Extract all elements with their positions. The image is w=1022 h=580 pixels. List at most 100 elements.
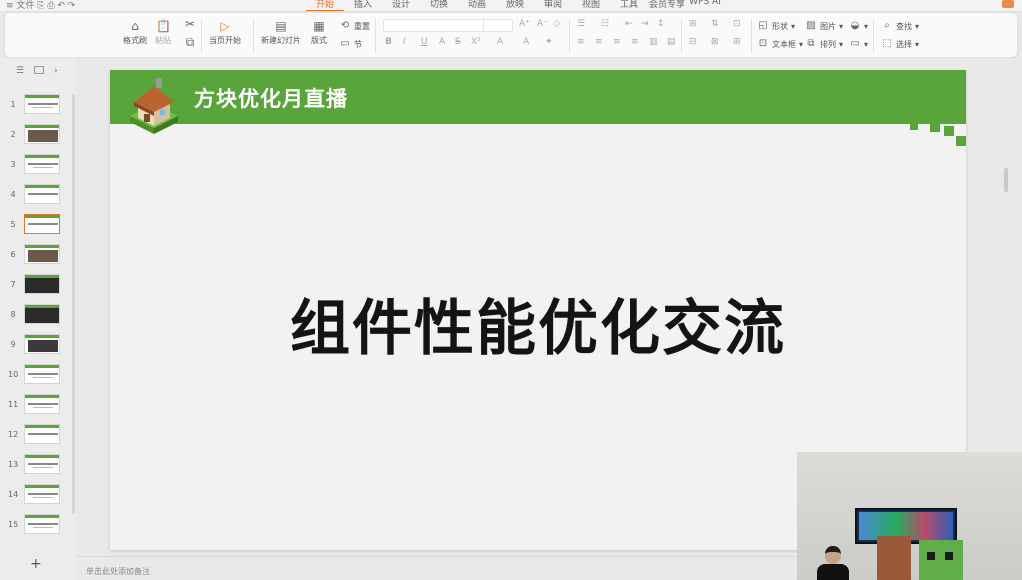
copy-button[interactable]: ⧉ bbox=[183, 35, 197, 51]
slide-main-title[interactable]: 组件性能优化交流 bbox=[110, 280, 966, 367]
slide-thumbnail[interactable]: 9 bbox=[0, 334, 76, 358]
tab-home[interactable]: 开始 bbox=[306, 0, 344, 11]
numbering-icon[interactable]: ☷ bbox=[601, 19, 609, 29]
tab-tools[interactable]: 工具 bbox=[610, 0, 648, 11]
layout-button[interactable]: ▦ 版式 bbox=[311, 19, 327, 46]
slide-thumbnail[interactable]: 14 bbox=[0, 484, 76, 508]
new-slide-button[interactable]: ▤ 新建幻灯片 bbox=[261, 19, 301, 46]
highlight-button[interactable]: A bbox=[523, 37, 529, 47]
tab-view[interactable]: 视图 bbox=[572, 0, 610, 11]
paste-button[interactable]: 📋 粘贴 bbox=[155, 19, 171, 46]
divider bbox=[873, 19, 874, 53]
underline-button[interactable]: U bbox=[421, 37, 428, 47]
notes-input[interactable]: 单击此处添加备注 bbox=[86, 566, 150, 577]
section-button[interactable]: ▭ 节 bbox=[339, 38, 362, 50]
slide-thumbnail[interactable]: 11 bbox=[0, 394, 76, 418]
select-button[interactable]: ⬚ 选择 ▾ bbox=[881, 38, 919, 50]
image-button[interactable]: ▨ 图片 ▾ bbox=[805, 20, 843, 32]
font-color-button[interactable]: A bbox=[497, 37, 503, 47]
align-text-icon[interactable]: ⊡ bbox=[733, 19, 741, 29]
text-direction-icon[interactable]: ⇅ bbox=[711, 19, 719, 29]
format-painter-button[interactable]: ⌂ 格式刷 bbox=[123, 19, 147, 46]
reset-icon: ⟲ bbox=[340, 20, 350, 31]
thumbnail-view-icon[interactable] bbox=[34, 66, 45, 74]
find-button[interactable]: ⌕ 查找 ▾ bbox=[881, 20, 919, 32]
fill-icon: ◒ bbox=[850, 20, 860, 31]
creeper-toy bbox=[919, 540, 963, 580]
select-label: 选择 bbox=[896, 39, 912, 49]
window-control-icon[interactable] bbox=[1002, 0, 1014, 8]
slide-thumbnail[interactable]: 4 bbox=[0, 184, 76, 208]
justify-icon[interactable]: ≡ bbox=[631, 37, 639, 47]
slide-thumbnail[interactable]: 8 bbox=[0, 304, 76, 328]
slide-thumbnail[interactable]: 2 bbox=[0, 124, 76, 148]
slide-thumbnail[interactable]: 13 bbox=[0, 454, 76, 478]
fill-button[interactable]: ◒ ▾ bbox=[849, 20, 868, 32]
thumbnail-scrollbar[interactable] bbox=[72, 94, 75, 514]
align-center-icon[interactable]: ≡ bbox=[595, 37, 603, 47]
divider bbox=[751, 19, 752, 53]
tab-animation[interactable]: 动画 bbox=[458, 0, 496, 11]
slide-thumbnail-selected[interactable]: 5 bbox=[0, 214, 76, 238]
shape-icon: ◱ bbox=[758, 20, 768, 31]
divider bbox=[681, 19, 682, 53]
slide-thumbnail[interactable]: 12 bbox=[0, 424, 76, 448]
slide-header-title[interactable]: 方块优化月直播 bbox=[194, 83, 348, 113]
shadow-button[interactable]: A bbox=[439, 37, 445, 47]
align-left-icon[interactable]: ≡ bbox=[577, 37, 585, 47]
increase-font-icon[interactable]: A⁺ bbox=[519, 19, 530, 29]
slide-number: 7 bbox=[10, 280, 16, 289]
slide-thumbnail[interactable]: 6 bbox=[0, 244, 76, 268]
shape-button[interactable]: ◱ 形状 ▾ bbox=[757, 20, 795, 32]
chevron-down-icon: ▾ bbox=[915, 21, 920, 31]
outline-button[interactable]: ▭ ▾ bbox=[849, 38, 868, 50]
strikethrough-button[interactable]: S bbox=[455, 37, 461, 47]
indent-decrease-icon[interactable]: ⇤ bbox=[625, 19, 633, 29]
tab-transitions[interactable]: 切换 bbox=[420, 0, 458, 11]
slide-thumbnail[interactable]: 1 bbox=[0, 94, 76, 118]
editor-scrollbar[interactable] bbox=[1004, 168, 1008, 192]
slide-number: 8 bbox=[10, 310, 16, 319]
indent-increase-icon[interactable]: ⇥ bbox=[641, 19, 649, 29]
font-size-select[interactable] bbox=[483, 19, 513, 32]
chevron-down-icon: ▾ bbox=[839, 21, 844, 31]
tab-review[interactable]: 审阅 bbox=[534, 0, 572, 11]
line-spacing-icon[interactable]: ↕ bbox=[657, 19, 665, 29]
divider bbox=[569, 19, 570, 53]
slide-number: 14 bbox=[8, 490, 19, 499]
table-icon[interactable]: ⊞ bbox=[689, 19, 697, 29]
tab-design[interactable]: 设计 bbox=[382, 0, 420, 11]
slide-thumbnail[interactable]: 7 bbox=[0, 274, 76, 298]
tab-insert[interactable]: 插入 bbox=[344, 0, 382, 11]
reset-button[interactable]: ⟲ 重置 bbox=[339, 20, 370, 32]
slide-thumbnail[interactable]: 3 bbox=[0, 154, 76, 178]
new-slide-label: 新建幻灯片 bbox=[261, 36, 301, 45]
textbox-button[interactable]: ⊡ 文本框 ▾ bbox=[757, 38, 803, 50]
more-icon[interactable]: ⊞ bbox=[733, 37, 741, 47]
collapse-panel-icon[interactable]: › bbox=[54, 66, 58, 76]
slide-thumbnail[interactable]: 15 bbox=[0, 514, 76, 538]
slide-number: 9 bbox=[10, 340, 16, 349]
superscript-button[interactable]: X² bbox=[471, 37, 481, 47]
cut-button[interactable]: ✂ bbox=[183, 17, 197, 33]
align-right-icon[interactable]: ≡ bbox=[613, 37, 621, 47]
text-effect-icon[interactable]: ✦ bbox=[545, 37, 553, 47]
tab-wps-ai[interactable]: WPS AI bbox=[686, 0, 724, 11]
italic-button[interactable]: I bbox=[403, 37, 406, 47]
smartart-icon[interactable]: ⊠ bbox=[711, 37, 719, 47]
play-from-current-button[interactable]: ▷ 当页开始 bbox=[209, 19, 241, 46]
bullets-icon[interactable]: ☰ bbox=[577, 19, 585, 29]
bold-button[interactable]: B bbox=[385, 37, 392, 47]
decrease-font-icon[interactable]: A⁻ bbox=[537, 19, 548, 29]
arrange-button[interactable]: ⧉ 排列 ▾ bbox=[805, 38, 843, 50]
columns-icon[interactable]: ▤ bbox=[667, 37, 676, 47]
tab-member[interactable]: 会员专享 bbox=[648, 0, 686, 11]
clear-format-icon[interactable]: ◇ bbox=[553, 19, 560, 29]
add-slide-button[interactable]: + bbox=[30, 556, 42, 572]
convert-icon[interactable]: ⊟ bbox=[689, 37, 697, 47]
distribute-icon[interactable]: ▥ bbox=[649, 37, 658, 47]
slide-thumbnail[interactable]: 10 bbox=[0, 364, 76, 388]
outline-view-icon[interactable]: ☰ bbox=[16, 66, 24, 76]
quick-access-toolbar[interactable]: ≡ 文件 ⎘ ⎙ ↶ ↷ bbox=[6, 0, 75, 11]
tab-slideshow[interactable]: 放映 bbox=[496, 0, 534, 11]
